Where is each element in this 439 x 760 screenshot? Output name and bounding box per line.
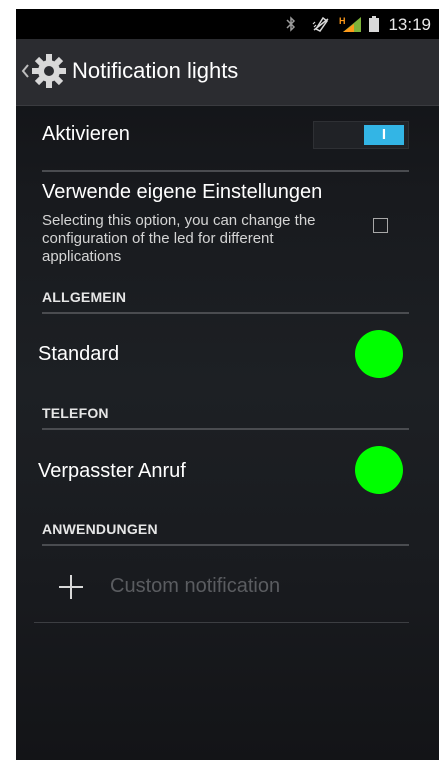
section-header-applications: ANWENDUNGEN [42, 521, 158, 537]
custom-settings-description: Selecting this option, you can change th… [42, 212, 316, 265]
chevron-left-icon[interactable] [20, 61, 30, 81]
led-color-indicator[interactable] [355, 330, 403, 378]
activate-label: Aktivieren [42, 123, 130, 145]
led-row-label: Standard [38, 343, 120, 365]
screen: H 13:19 Notification lights Aktivieren I… [16, 9, 439, 760]
divider [42, 170, 409, 172]
vibrate-icon [312, 16, 329, 32]
signal-type-label: H [339, 16, 346, 26]
section-header-general: ALLGEMEIN [42, 289, 127, 305]
custom-settings-label: Verwende eigene Einstellungen [42, 181, 323, 203]
activate-toggle[interactable]: I [313, 121, 409, 149]
led-row-label: Verpasster Anruf [38, 460, 186, 482]
led-color-indicator[interactable] [355, 446, 403, 494]
status-bar: H 13:19 [16, 9, 439, 39]
section-divider [42, 544, 409, 546]
section-header-phone: TELEFON [42, 405, 109, 421]
clock: 13:19 [388, 15, 431, 34]
page-title: Notification lights [72, 58, 239, 83]
action-bar: Notification lights [16, 39, 439, 106]
bluetooth-icon [286, 16, 296, 32]
signal-icon: H [339, 16, 361, 32]
gear-icon[interactable] [31, 53, 67, 89]
plus-icon [59, 575, 83, 599]
section-divider [42, 312, 409, 314]
toggle-on-label: I [381, 126, 387, 143]
add-custom-notification-label: Custom notification [110, 575, 281, 597]
section-divider [42, 428, 409, 430]
toggle-knob: I [364, 125, 404, 145]
divider [34, 622, 409, 623]
custom-settings-checkbox[interactable] [373, 218, 388, 233]
battery-icon [369, 16, 379, 32]
